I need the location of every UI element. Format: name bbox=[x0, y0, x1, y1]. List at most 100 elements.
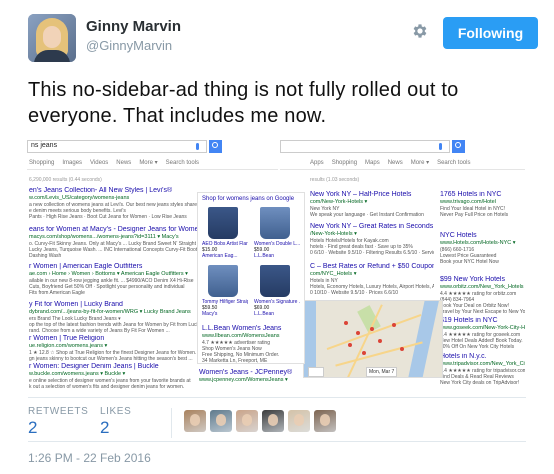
tab: Search tools bbox=[437, 160, 471, 166]
side-ad: NYC Hotels www.Hotels.com/Hotels-NYC ▾ (… bbox=[440, 232, 525, 265]
product-tile: Tommy Hilfiger Straight-Leg$59.50Macy's bbox=[202, 265, 248, 321]
result-title: r Women | American Eagle Outfitters bbox=[29, 263, 143, 270]
likes-count[interactable]: 2 bbox=[100, 418, 109, 438]
shopping-title: Shop for womens jeans on Google bbox=[202, 196, 295, 202]
result-title: New York NY – Great Rates in Seconds bbox=[310, 223, 434, 230]
liker-avatar[interactable] bbox=[184, 410, 206, 432]
divider bbox=[280, 169, 525, 170]
tab: Shopping bbox=[29, 160, 55, 166]
tab: Videos bbox=[90, 160, 109, 166]
jeans-image bbox=[260, 265, 290, 297]
product-tile: AEO Bobs Artist Flare Jeans...$15.00Amer… bbox=[202, 207, 248, 263]
result-snippet: rand. Choose from a wide variety of Jean… bbox=[29, 328, 170, 334]
ad-url: www.tripadvisor.com/New_York_City ▾ bbox=[440, 361, 525, 367]
search-result: y Fit for Women | Lucky Brand dybrand.co… bbox=[29, 301, 197, 334]
shopping-ads-box: Shop for womens jeans on Google AEO Bobs… bbox=[197, 192, 305, 364]
tab: News bbox=[387, 160, 403, 166]
following-button[interactable]: Following bbox=[443, 17, 538, 49]
jeans-image bbox=[260, 207, 290, 239]
search-button bbox=[452, 140, 465, 153]
ad-url: www.trivago.com/Hotel bbox=[440, 199, 496, 205]
retweets-label[interactable]: RETWEETS bbox=[28, 406, 88, 417]
search-button bbox=[209, 140, 222, 153]
result-snippet: 0 10/10 · Website 9.5/10 · Prices 6.6/10 bbox=[310, 290, 399, 296]
ad-title: 1765 Hotels in NYC bbox=[440, 191, 502, 198]
results-count: results (1.03 seconds) bbox=[310, 177, 360, 183]
jeans-image bbox=[208, 207, 238, 239]
result-url: com/New-York-Hotels ▾ bbox=[310, 199, 368, 205]
result-url: ue.religion.com/womens.jeans ▾ bbox=[29, 343, 108, 349]
serp-tabs: Shopping Images Videos News More ▾ Search too… bbox=[29, 159, 207, 166]
result-snippet: Fits from American Eagle bbox=[29, 290, 85, 296]
tab: Maps bbox=[365, 160, 380, 166]
hotels-map: Mon, Mar 7 bbox=[303, 300, 443, 378]
author-handle[interactable]: @GinnyMarvin bbox=[86, 38, 172, 53]
author-name[interactable]: Ginny Marvin bbox=[86, 18, 181, 35]
microphone-icon bbox=[196, 143, 199, 150]
ad-url: www.llbean.com/WomensJeans bbox=[202, 333, 280, 339]
search-result: r Women | True Religion ue.religion.com/… bbox=[29, 335, 197, 362]
ad-line: 34 Marketta Ln, Freeport, ME bbox=[202, 358, 268, 364]
liker-avatar[interactable] bbox=[262, 410, 284, 432]
search-result: r Women: Designer Denim Jeans | Buckle w… bbox=[29, 363, 197, 390]
side-ad: $19 Hotels in NYC www.goseek.com/New-Yor… bbox=[440, 317, 525, 350]
product-tile: Women's Double L... $59.00 L.L.Bean bbox=[254, 207, 300, 263]
tweet-text: This no-sidebar-ad thing is not fully ro… bbox=[28, 79, 459, 127]
liker-avatar[interactable] bbox=[288, 410, 310, 432]
result-title: en's Jeans Collection- All New Styles | … bbox=[29, 187, 173, 194]
tab: More ▾ bbox=[139, 160, 158, 166]
microphone-icon bbox=[439, 143, 442, 150]
result-url: ae.com › Home › Women › Bottoms ▾ Americ… bbox=[29, 271, 188, 277]
ad-url: www.Hotels.com/Hotels-NYC ▾ bbox=[440, 240, 516, 246]
tab: Search tools bbox=[165, 160, 200, 166]
tab: Images bbox=[62, 160, 83, 166]
search-result: C – Best Rates or Refund + $50 Coupon co… bbox=[310, 263, 434, 296]
serp-hotels: Apps Shopping Maps News More ▾ Search tools r… bbox=[280, 137, 525, 394]
likes-label[interactable]: LIKES bbox=[100, 406, 131, 417]
ad-line: 70% Off On New York City Hotels bbox=[440, 344, 515, 350]
tab: More ▾ bbox=[410, 160, 430, 166]
tab: News bbox=[116, 160, 132, 166]
side-ad: 1765 Hotels in NYC www.trivago.com/Hotel… bbox=[440, 191, 525, 218]
result-snippet: 0 6/10 · Website 9.5/10 · Filtering Resu… bbox=[310, 250, 434, 256]
author-avatar[interactable] bbox=[28, 14, 76, 62]
divider bbox=[28, 441, 526, 442]
search-icon bbox=[455, 142, 461, 148]
tweet-timestamp[interactable]: 1:26 PM - 22 Feb 2016 bbox=[28, 451, 151, 465]
result-title: C – Best Rates or Refund + $50 Coupon bbox=[310, 263, 434, 270]
ad-url: www.goseek.com/New-York-City-Hotels ▾ bbox=[440, 325, 525, 331]
product-store: American Eag... bbox=[202, 253, 238, 259]
result-snippet: Pants · High Rise Jeans · Boot Cut Jeans… bbox=[29, 214, 187, 220]
result-snippet: k out a selection of women's fits and de… bbox=[29, 384, 185, 390]
liker-avatar[interactable] bbox=[314, 410, 336, 432]
result-url: w.com/Levis_US/category/womens-jeans bbox=[29, 195, 130, 201]
tweet-image[interactable]: ns jeans Shopping Images Videos News More ▾ S… bbox=[27, 137, 525, 394]
product-store: L.L.Bean bbox=[254, 311, 275, 317]
tweet-header: Ginny Marvin @GinnyMarvin Following bbox=[28, 14, 538, 62]
result-title: r Women: Designer Denim Jeans | Buckle bbox=[29, 363, 159, 370]
ad-title: Hotels in N.y.c. bbox=[440, 353, 487, 360]
serp-tabs: Apps Shopping Maps News More ▾ Search tools bbox=[310, 159, 478, 166]
liker-avatar[interactable] bbox=[210, 410, 232, 432]
search-query: ns jeans bbox=[31, 142, 58, 149]
search-bar bbox=[280, 140, 450, 153]
search-result: r Women | American Eagle Outfitters ae.c… bbox=[29, 263, 197, 296]
gear-icon[interactable] bbox=[411, 22, 429, 40]
ad-line: Never Pay Full Price on Hotels bbox=[440, 212, 509, 218]
ad-title: Women's Jeans - JCPenney® bbox=[199, 369, 293, 376]
result-title: r Women | True Religion bbox=[29, 335, 105, 342]
side-ad: $99 New York Hotels www.orbitz.com/New_Y… bbox=[440, 276, 525, 315]
search-result: New York NY – Half-Price Hotels com/New-… bbox=[310, 191, 434, 218]
ad-url: www.jcpenney.com/WomensJeans ▾ bbox=[199, 377, 288, 383]
liker-avatar[interactable] bbox=[236, 410, 258, 432]
product-store: L.L.Bean bbox=[254, 253, 275, 259]
result-url: dybrand.com/.../jeans-by-fit-for-women/W… bbox=[29, 309, 191, 315]
result-url: com/NYC_Hotels ▾ bbox=[310, 271, 357, 277]
tab: Apps bbox=[310, 160, 324, 166]
side-ad: Hotels in N.y.c. www.tripadvisor.com/New… bbox=[440, 353, 525, 386]
ad-line: Travel by Your Next Escape to New York bbox=[440, 309, 525, 315]
retweets-count[interactable]: 2 bbox=[28, 418, 37, 438]
result-title: New York NY – Half-Price Hotels bbox=[310, 191, 412, 198]
result-url: w.buckle.com/womens.jeans ▾ Buckle ▾ bbox=[29, 371, 126, 377]
product-store: Macy's bbox=[202, 311, 218, 317]
